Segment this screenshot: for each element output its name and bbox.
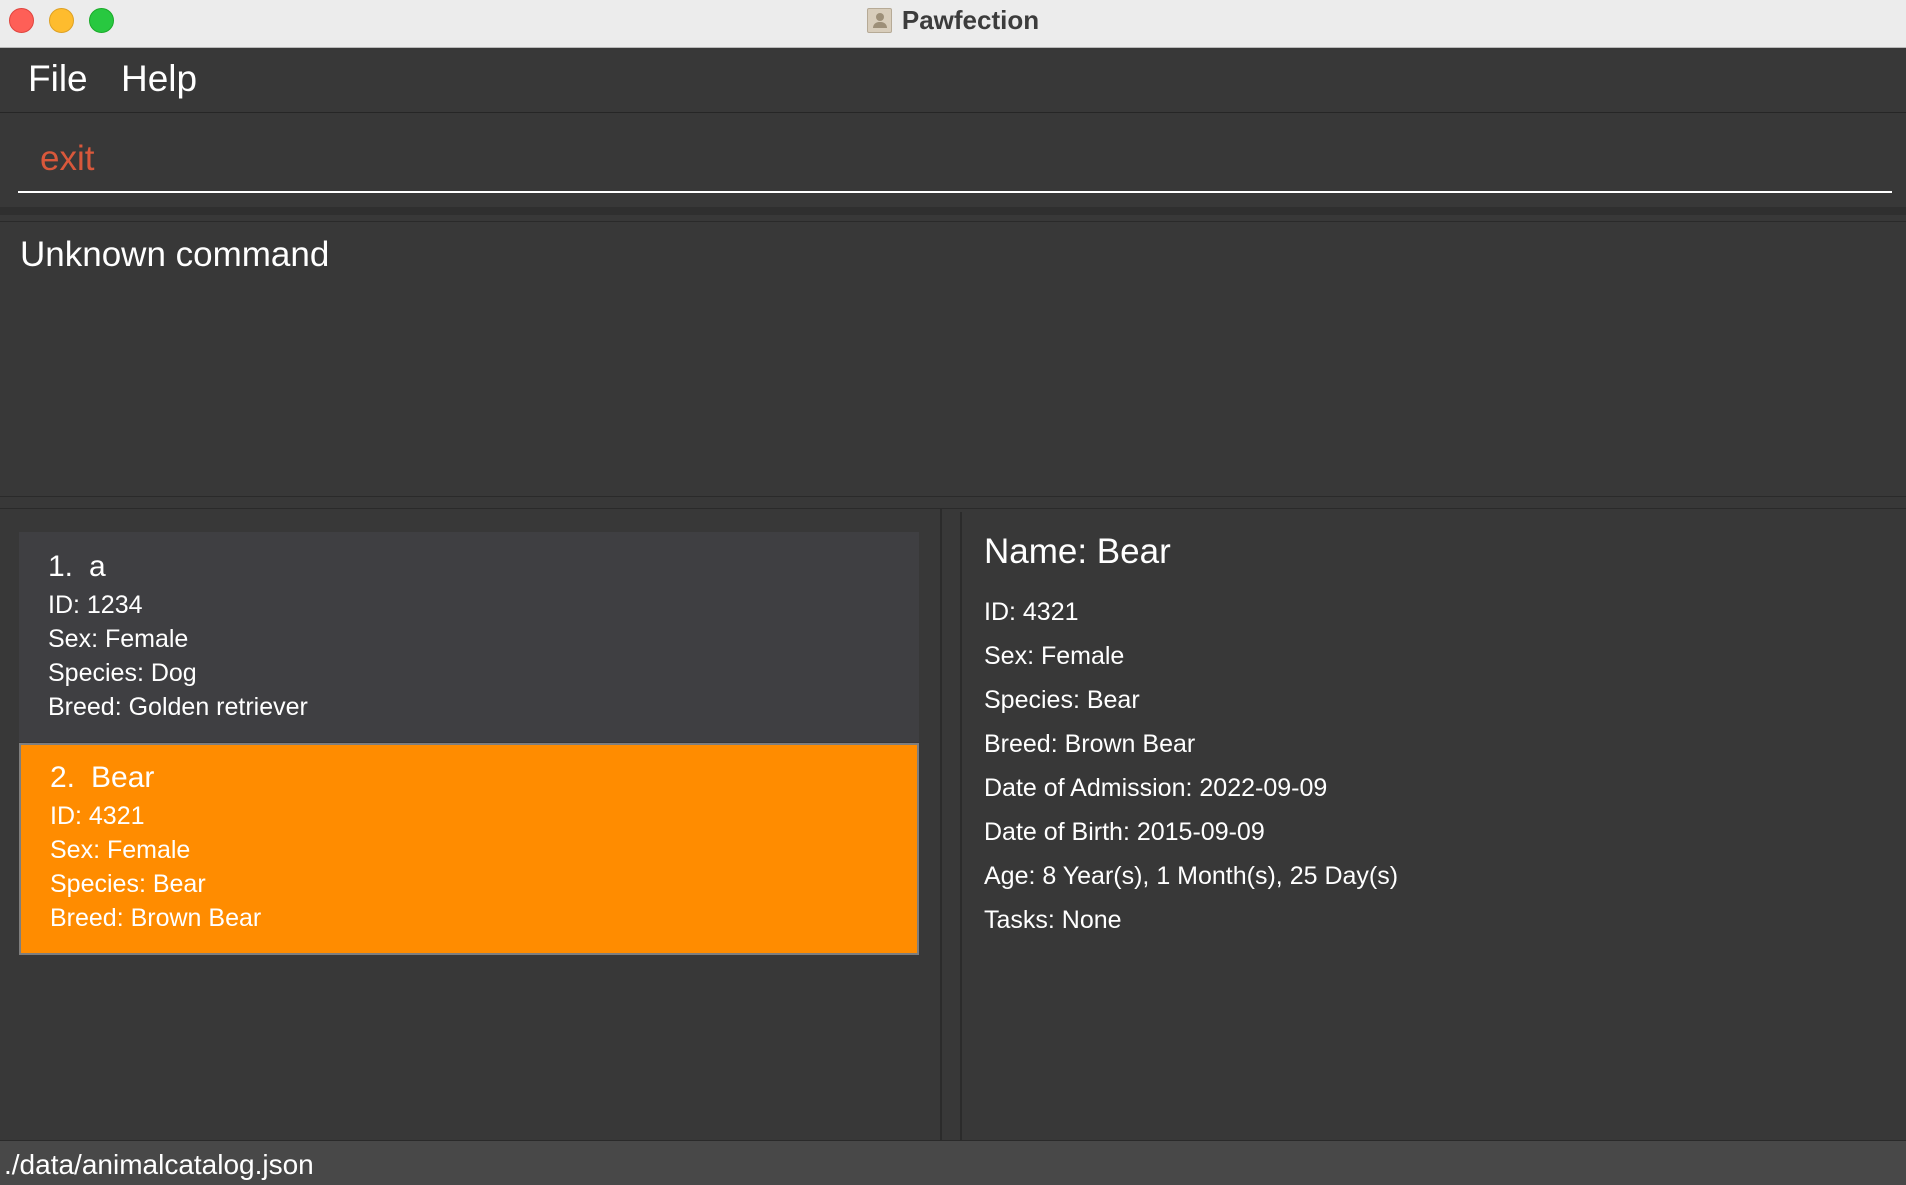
detail-id: ID: 4321 xyxy=(984,598,1079,626)
animal-id: ID: 4321 xyxy=(50,802,145,830)
app-icon xyxy=(866,7,892,33)
detail-sex: Sex: Female xyxy=(984,642,1125,670)
main-content: 1. a ID: 1234 Sex: Female Species: Dog Br… xyxy=(0,508,1906,1141)
animal-name: a xyxy=(89,550,106,583)
title-container: Pawfection xyxy=(0,0,1906,40)
detail-name: Name: Bear xyxy=(984,532,1171,571)
animal-sex: Sex: Female xyxy=(48,625,189,653)
status-bar: ./data/animalcatalog.json xyxy=(0,1140,1906,1185)
result-message: Unknown command xyxy=(20,235,330,274)
detail-species: Species: Bear xyxy=(984,686,1140,714)
detail-breed: Breed: Brown Bear xyxy=(984,730,1196,758)
menu-bar: File Help xyxy=(0,48,1906,113)
save-file-path: ./data/animalcatalog.json xyxy=(4,1149,314,1180)
animal-card-title: 2. Bear xyxy=(50,761,888,795)
animal-sex: Sex: Female xyxy=(50,836,191,864)
detail-birth-date: Date of Birth: 2015-09-09 xyxy=(984,818,1265,846)
animal-species: Species: Dog xyxy=(48,659,197,687)
detail-age: Age: 8 Year(s), 1 Month(s), 25 Day(s) xyxy=(984,862,1399,890)
menu-help[interactable]: Help xyxy=(121,58,197,100)
animal-name: Bear xyxy=(91,761,155,794)
command-input[interactable] xyxy=(18,127,1892,193)
animal-species: Species: Bear xyxy=(50,870,206,898)
menu-file[interactable]: File xyxy=(28,58,88,100)
window-title: Pawfection xyxy=(901,4,1040,35)
detail-tasks: Tasks: None xyxy=(984,906,1122,934)
animal-index: 1. xyxy=(48,550,74,583)
result-display: Unknown command xyxy=(0,221,1906,497)
animal-breed: Breed: Golden retriever xyxy=(48,693,308,721)
animal-card-title: 1. a xyxy=(48,550,890,584)
animal-detail-panel: Name: Bear ID: 4321 Sex: Female Species:… xyxy=(960,512,1906,1141)
detail-fields: ID: 4321 Sex: Female Species: Bear Breed… xyxy=(984,590,1398,942)
animal-index: 2. xyxy=(50,761,76,794)
detail-admission-date: Date of Admission: 2022-09-09 xyxy=(984,774,1328,802)
command-box xyxy=(0,113,1906,215)
animal-list-panel[interactable]: 1. a ID: 1234 Sex: Female Species: Dog Br… xyxy=(0,509,942,1141)
animal-id: ID: 1234 xyxy=(48,591,143,619)
animal-card-2-selected[interactable]: 2. Bear ID: 4321 Sex: Female Species: Bea… xyxy=(19,743,919,955)
animal-breed: Breed: Brown Bear xyxy=(50,904,262,932)
title-bar: Pawfection xyxy=(0,0,1906,48)
animal-card-1[interactable]: 1. a ID: 1234 Sex: Female Species: Dog Br… xyxy=(19,532,919,742)
